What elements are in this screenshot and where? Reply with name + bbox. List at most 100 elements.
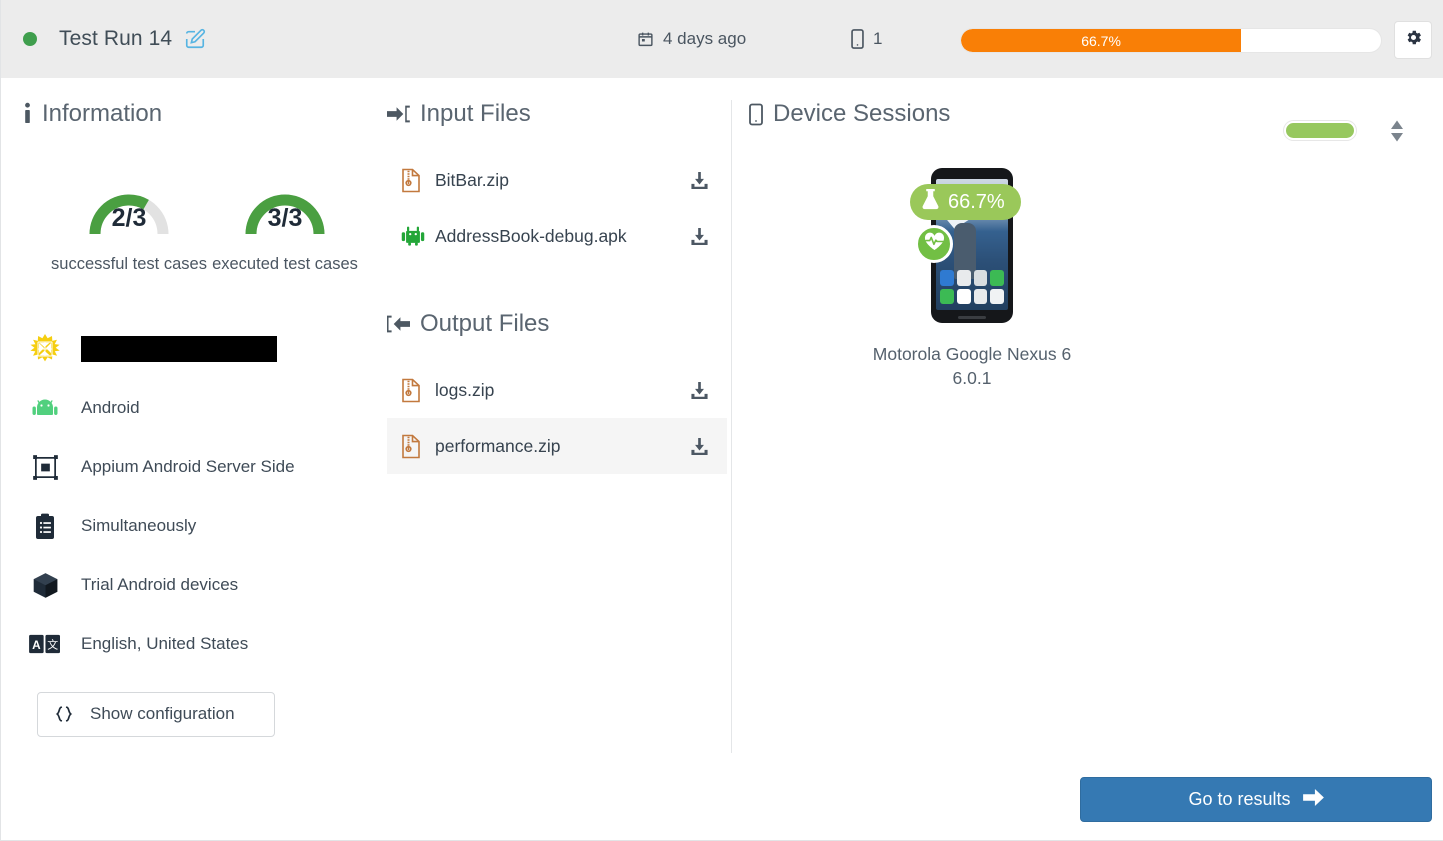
- input-files-heading: Input Files: [387, 100, 727, 128]
- file-row[interactable]: logs.zip: [387, 362, 727, 418]
- info-row-device-group-label: Trial Android devices: [81, 575, 238, 595]
- output-files-heading-label: Output Files: [420, 310, 549, 338]
- device-count: 1: [851, 29, 882, 49]
- information-heading-label: Information: [42, 100, 162, 128]
- device-session-card[interactable]: 66.7% Motorola Google Nexus 6 6.0.1: [862, 168, 1082, 390]
- flask-icon: [921, 188, 940, 216]
- mobile-phone-icon: [851, 29, 864, 49]
- file-row[interactable]: AddressBook-debug.apk: [387, 208, 727, 264]
- header-left-group: Test Run 14: [1, 27, 601, 51]
- run-progress-bar: 66.7%: [960, 28, 1382, 53]
- gauge-successful: 2/3 successful test cases: [51, 166, 207, 278]
- screen-app-dock: [940, 270, 1004, 304]
- braces-icon: [38, 705, 90, 723]
- language-icon: A 文: [23, 634, 67, 654]
- framework-icon: [23, 454, 67, 481]
- page-header: Test Run 14 4 days ago: [1, 0, 1443, 78]
- gear-icon: [1404, 28, 1423, 52]
- info-row-schedule: Simultaneously: [23, 497, 363, 556]
- file-archive-icon: [401, 434, 435, 459]
- download-icon[interactable]: [690, 227, 709, 246]
- run-date: 4 days ago: [637, 29, 746, 49]
- device-success-badge: 66.7%: [910, 184, 1021, 220]
- app-icon: [957, 270, 971, 286]
- file-archive-icon: [401, 378, 435, 403]
- gauge-successful-caption: successful test cases: [51, 252, 207, 278]
- file-row[interactable]: BitBar.zip: [387, 152, 727, 208]
- file-name: performance.zip: [435, 436, 690, 457]
- device-os-label: 6.0.1: [862, 367, 1082, 391]
- files-panel: Input Files BitBar.zip: [387, 100, 727, 474]
- download-icon[interactable]: [690, 381, 709, 400]
- mobile-phone-icon: [749, 103, 763, 126]
- info-row-os: Android: [23, 379, 363, 438]
- gauge-executed: 3/3 executed test cases: [207, 166, 363, 278]
- sign-out-arrow-icon: [387, 314, 410, 334]
- app-icon: [940, 289, 954, 305]
- app-icon: [990, 289, 1004, 305]
- heartbeat-icon: [924, 232, 945, 256]
- input-files-list: BitBar.zip: [387, 152, 727, 264]
- app-icon: [940, 270, 954, 286]
- project-starburst-icon: [23, 333, 67, 365]
- android-apk-icon: [401, 225, 435, 247]
- show-configuration-button[interactable]: Show configuration: [37, 692, 275, 737]
- info-row-language: A 文 English, United States: [23, 615, 363, 674]
- device-home-bar: [958, 316, 986, 319]
- go-to-results-label: Go to results: [1188, 789, 1290, 810]
- info-row-project: [23, 320, 363, 379]
- file-name: AddressBook-debug.apk: [435, 226, 690, 247]
- device-model-label: Motorola Google Nexus 6: [862, 343, 1082, 367]
- settings-button[interactable]: [1394, 21, 1432, 59]
- calendar-icon: [637, 30, 654, 48]
- app-icon: [974, 270, 988, 286]
- run-progress-fill: 66.7%: [961, 29, 1241, 52]
- info-row-language-label: English, United States: [81, 634, 248, 654]
- box-icon: [23, 571, 67, 600]
- sign-in-arrow-icon: [387, 104, 410, 124]
- test-run-page: Test Run 14 4 days ago: [0, 0, 1443, 841]
- input-files-heading-label: Input Files: [420, 100, 531, 128]
- run-date-label: 4 days ago: [663, 29, 746, 49]
- file-name: BitBar.zip: [435, 170, 690, 191]
- edit-pencil-icon[interactable]: [184, 28, 206, 50]
- device-name: Motorola Google Nexus 6 6.0.1: [862, 343, 1082, 390]
- output-files-list: logs.zip: [387, 362, 727, 474]
- information-list: Android Appium Android Server Side: [23, 320, 363, 674]
- svg-text:文: 文: [47, 638, 58, 652]
- section-spacer: [387, 264, 727, 310]
- svg-text:A: A: [32, 638, 41, 652]
- output-files-heading: Output Files: [387, 310, 727, 338]
- clipboard-icon: [23, 513, 67, 540]
- go-to-results-button[interactable]: Go to results: [1080, 777, 1432, 822]
- info-row-framework: Appium Android Server Side: [23, 438, 363, 497]
- page-title: Test Run 14: [59, 27, 172, 51]
- gauge-executed-caption: executed test cases: [207, 252, 363, 278]
- show-configuration-label: Show configuration: [90, 704, 235, 724]
- device-count-label: 1: [873, 29, 882, 49]
- download-icon[interactable]: [690, 171, 709, 190]
- info-row-framework-label: Appium Android Server Side: [81, 457, 295, 477]
- download-icon[interactable]: [690, 437, 709, 456]
- android-robot-icon: [23, 398, 67, 418]
- app-icon: [990, 270, 1004, 286]
- info-icon: [23, 102, 32, 126]
- green-status-dot: [23, 32, 37, 46]
- info-row-schedule-label: Simultaneously: [81, 516, 196, 536]
- device-sessions-heading-label: Device Sessions: [773, 100, 950, 128]
- device-sessions-progress: [1284, 121, 1356, 140]
- info-row-os-label: Android: [81, 398, 140, 418]
- file-name: logs.zip: [435, 380, 690, 401]
- device-success-badge-label: 66.7%: [948, 191, 1005, 214]
- device-sessions-heading: Device Sessions: [749, 100, 950, 128]
- column-divider: [731, 100, 732, 753]
- device-health-badge[interactable]: [915, 225, 953, 263]
- gauge-executed-value: 3/3: [235, 204, 335, 233]
- file-archive-icon: [401, 168, 435, 193]
- arrow-right-icon: [1303, 789, 1324, 811]
- info-row-device-group: Trial Android devices: [23, 556, 363, 615]
- device-sessions-progress-fill: [1284, 121, 1356, 140]
- sort-updown-icon[interactable]: [1389, 119, 1405, 148]
- file-row[interactable]: performance.zip: [387, 418, 727, 474]
- app-icon: [974, 289, 988, 305]
